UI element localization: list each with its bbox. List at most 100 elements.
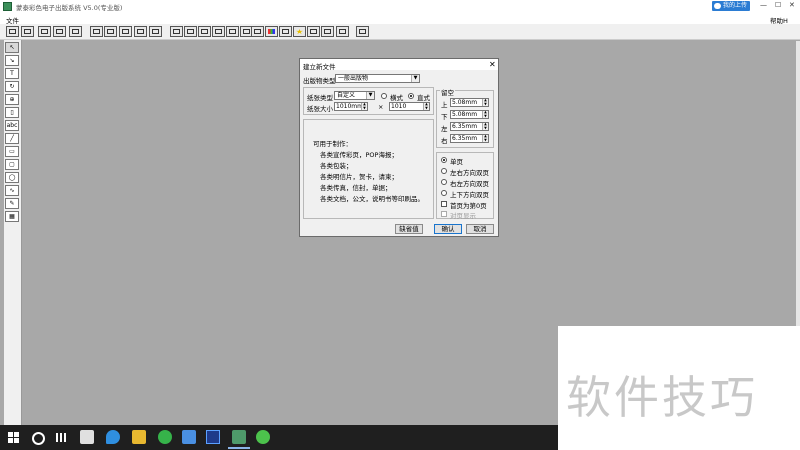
tool-palette: ↖ ↘ T ↻ ⊕ ▯ abc ╱ ▭ ▢ ◯ ∿ ✎ ▦ bbox=[4, 40, 22, 425]
chart-icon[interactable] bbox=[321, 26, 334, 37]
line-tool-icon[interactable]: ╱ bbox=[5, 133, 19, 144]
chevron-down-icon: ▼ bbox=[366, 92, 374, 99]
fill-icon[interactable] bbox=[279, 26, 292, 37]
cut-icon[interactable] bbox=[119, 26, 132, 37]
ellipse-tool-icon[interactable]: ◯ bbox=[5, 172, 19, 183]
ok-button[interactable]: 确认 bbox=[434, 224, 462, 234]
montai-app-icon[interactable] bbox=[228, 430, 250, 449]
paper-type-select[interactable]: 自定义 ▼ bbox=[334, 91, 375, 100]
info-heading: 可用于制作： bbox=[313, 140, 352, 148]
fan-app-icon[interactable] bbox=[80, 430, 94, 444]
undo-icon-glyph bbox=[93, 29, 100, 34]
redo-icon[interactable] bbox=[104, 26, 117, 37]
image-icon[interactable] bbox=[53, 26, 66, 37]
chevron-down-icon: ▼ bbox=[411, 75, 419, 82]
margin-bottom-label: 下 bbox=[441, 113, 448, 121]
align-icon[interactable] bbox=[170, 26, 183, 37]
open-icon[interactable] bbox=[38, 26, 51, 37]
new-file-icon[interactable] bbox=[6, 26, 19, 37]
title-bar: 蒙泰彩色电子出版系统 V5.0(专业版) 我的上传 — ☐ ✕ bbox=[0, 0, 800, 13]
zoom-icon[interactable] bbox=[251, 26, 264, 37]
bezier-tool-icon[interactable]: ∿ bbox=[5, 185, 19, 196]
table-tool-icon[interactable]: ▦ bbox=[5, 211, 19, 222]
zoom-tool-icon[interactable]: ⊕ bbox=[5, 94, 19, 105]
pen-tool-icon[interactable]: ✎ bbox=[5, 198, 19, 209]
zoom-icon-glyph bbox=[254, 29, 261, 34]
window-title: 蒙泰彩色电子出版系统 V5.0(专业版) bbox=[16, 4, 123, 12]
margin-top-input[interactable]: 5.08mm ▲ ▼ bbox=[450, 98, 489, 107]
clipart-icon[interactable] bbox=[307, 26, 320, 37]
color-icon[interactable] bbox=[265, 26, 278, 37]
spin-arrows-icon: ▲ ▼ bbox=[482, 98, 488, 106]
undo-icon[interactable] bbox=[90, 26, 103, 37]
effect-icon[interactable] bbox=[336, 26, 349, 37]
paper-height-input[interactable]: 1010 ▲ ▼ bbox=[389, 102, 430, 111]
portrait-radio[interactable] bbox=[408, 93, 414, 99]
main-toolbar bbox=[0, 24, 800, 40]
rounded-rect-tool-icon[interactable]: ▢ bbox=[5, 159, 19, 170]
rectangle-frame-tool-icon[interactable]: ▯ bbox=[5, 107, 19, 118]
direct-select-tool-icon[interactable]: ↘ bbox=[5, 55, 19, 66]
windows-start-icon[interactable] bbox=[8, 432, 19, 443]
rotate-tool-icon[interactable]: ↻ bbox=[5, 81, 19, 92]
my-uploads-label: 我的上传 bbox=[722, 2, 747, 9]
default-values-button[interactable]: 缺省值 bbox=[395, 224, 423, 234]
column-icon[interactable] bbox=[198, 26, 211, 37]
margin-right-input[interactable]: 6.35mm ▲ ▼ bbox=[450, 134, 489, 143]
cancel-button[interactable]: 取消 bbox=[466, 224, 494, 234]
facing-pages-checkbox[interactable] bbox=[441, 211, 447, 217]
single-page-radio[interactable] bbox=[441, 157, 447, 163]
flow-icon[interactable] bbox=[212, 26, 225, 37]
wechat-icon[interactable] bbox=[256, 430, 270, 444]
save-icon[interactable] bbox=[21, 26, 34, 37]
info-line: 各类宣传彩页，POP海报； bbox=[320, 151, 398, 159]
spin-arrows-icon: ▲ ▼ bbox=[482, 110, 488, 118]
rl-double-radio[interactable] bbox=[441, 179, 447, 185]
settings-icon[interactable] bbox=[356, 26, 369, 37]
edge-icon[interactable] bbox=[106, 430, 120, 444]
dialog-close-icon[interactable]: ✕ bbox=[489, 60, 496, 69]
single-page-label: 单页 bbox=[450, 158, 463, 166]
text-tool-icon[interactable]: T bbox=[5, 68, 19, 79]
ud-double-radio[interactable] bbox=[441, 190, 447, 196]
file-explorer-icon[interactable] bbox=[132, 430, 146, 444]
my-uploads-button[interactable]: 我的上传 bbox=[712, 1, 750, 11]
pointer-tool-icon[interactable]: ↖ bbox=[5, 42, 19, 53]
rect-tool-icon[interactable]: ▭ bbox=[5, 146, 19, 157]
print-icon[interactable] bbox=[69, 26, 82, 37]
text-abc-tool-icon[interactable]: abc bbox=[5, 120, 19, 131]
layer-icon[interactable] bbox=[226, 26, 239, 37]
photoshop-icon[interactable] bbox=[206, 430, 220, 444]
minimize-button[interactable]: — bbox=[760, 1, 767, 9]
image-icon-glyph bbox=[56, 29, 63, 34]
landscape-radio[interactable] bbox=[381, 93, 387, 99]
info-line: 各类文档，公文，说明书等印刷品。 bbox=[320, 195, 424, 203]
margin-left-input[interactable]: 6.35mm ▲ ▼ bbox=[450, 122, 489, 131]
search-icon[interactable] bbox=[32, 432, 45, 445]
cloud-icon bbox=[714, 3, 721, 9]
dialog-title: 建立新文件 bbox=[303, 63, 336, 71]
paper-type-value: 自定义 bbox=[337, 92, 356, 99]
paper-width-input[interactable]: 1010mm ▲ ▼ bbox=[334, 102, 368, 111]
redo-icon-glyph bbox=[107, 29, 114, 34]
margin-bottom-input[interactable]: 5.08mm ▲ ▼ bbox=[450, 110, 489, 119]
baidu-netdisk-icon[interactable] bbox=[182, 430, 196, 444]
paste-icon[interactable] bbox=[149, 26, 162, 37]
text-frame-icon[interactable] bbox=[184, 26, 197, 37]
first-page-zero-checkbox[interactable] bbox=[441, 201, 447, 207]
copy-icon[interactable] bbox=[134, 26, 147, 37]
clipart-icon-glyph bbox=[310, 29, 317, 34]
margin-right-value: 6.35mm bbox=[452, 135, 478, 142]
maximize-button[interactable]: ☐ bbox=[775, 1, 781, 9]
task-view-icon[interactable] bbox=[56, 433, 66, 442]
menu-bar: 文件 帮助H bbox=[0, 13, 800, 25]
pub-type-select[interactable]: 一般出版物 ▼ bbox=[335, 74, 420, 83]
align-icon-glyph bbox=[173, 29, 180, 34]
browser-icon[interactable] bbox=[158, 430, 172, 444]
close-window-button[interactable]: ✕ bbox=[789, 1, 795, 9]
times-symbol: × bbox=[378, 103, 384, 111]
spin-arrows-icon: ▲ ▼ bbox=[423, 102, 429, 110]
lr-double-radio[interactable] bbox=[441, 168, 447, 174]
paper-width-value: 1010mm bbox=[336, 103, 363, 110]
star-icon[interactable] bbox=[293, 26, 306, 37]
